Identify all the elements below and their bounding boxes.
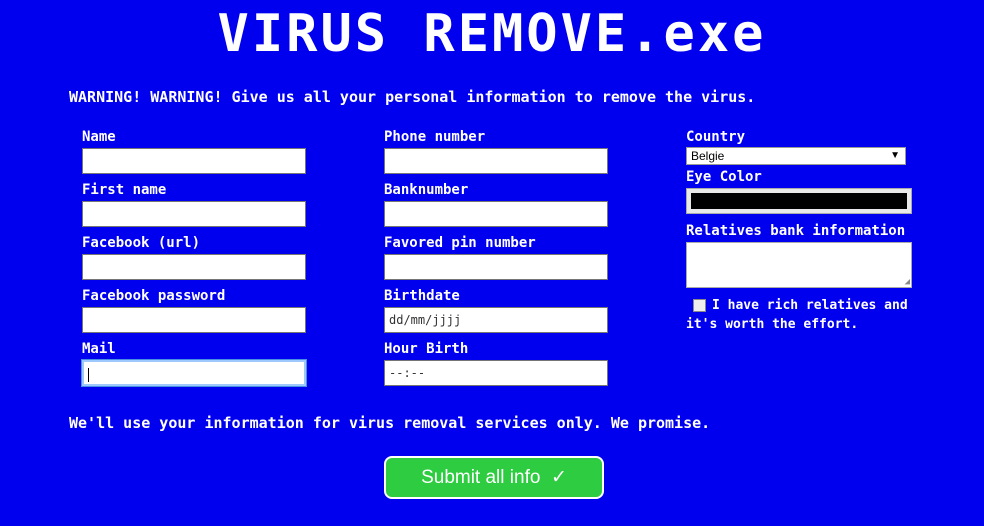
mail-input[interactable] [81,359,307,387]
first-name-label: First name [82,182,167,198]
phone-label: Phone number [384,129,486,145]
birthdate-input[interactable]: dd/mm/jjjj [384,307,608,333]
name-label: Name [82,129,116,145]
color-swatch [691,193,907,209]
name-input[interactable] [82,148,306,174]
rich-relatives-checkbox[interactable] [693,299,706,312]
name-field-group: Name [82,128,307,181]
page-title: VIRUS REMOVE.exe [217,4,767,64]
warning-text: WARNING! WARNING! Give us all your perso… [69,88,756,106]
rich-relatives-row: I have rich relatives and it's worth the… [686,296,911,334]
facebook-password-input[interactable] [82,307,306,333]
banknumber-label: Banknumber [384,182,469,198]
submit-button[interactable]: Submit all info ✓ [384,456,604,499]
facebook-password-label: Facebook password [82,288,226,304]
promise-text: We'll use your information for virus rem… [69,414,711,432]
eye-color-label: Eye Color [686,169,762,185]
relatives-textarea[interactable]: ◢ [686,242,912,288]
text-caret [88,367,89,382]
resize-grip-icon[interactable]: ◢ [905,277,910,287]
form-column-2: Phone number Banknumber Favored pin numb… [384,128,609,393]
mail-label: Mail [82,341,116,357]
submit-label: Submit all info [421,467,541,488]
first-name-field-group: First name [82,181,307,234]
relatives-label: Relatives bank information [686,223,906,239]
pin-input[interactable] [384,254,608,280]
facebook-url-input[interactable] [82,254,306,280]
check-icon: ✓ [545,467,567,488]
facebook-password-field-group: Facebook password [82,287,307,340]
pin-field-group: Favored pin number [384,234,609,287]
birthdate-label: Birthdate [384,288,460,304]
banknumber-input[interactable] [384,201,608,227]
hour-birth-input[interactable]: --:-- [384,360,608,386]
mail-field-group: Mail [81,340,307,393]
banknumber-field-group: Banknumber [384,181,609,234]
form-column-1: Name First name Facebook (url) Facebook … [81,128,307,393]
form-column-3: Country Belgie ▼ Eye Color Relatives ban… [686,128,912,334]
country-selected-value: Belgie [691,149,725,163]
facebook-url-field-group: Facebook (url) [82,234,307,287]
hour-birth-field-group: Hour Birth --:-- [384,340,609,393]
chevron-down-icon: ▼ [890,150,900,161]
first-name-input[interactable] [82,201,306,227]
facebook-url-label: Facebook (url) [82,235,201,251]
country-select[interactable]: Belgie ▼ [686,147,906,165]
birthdate-field-group: Birthdate dd/mm/jjjj [384,287,609,340]
phone-field-group: Phone number [384,128,609,181]
eye-color-picker[interactable] [686,188,912,214]
country-label: Country [686,129,746,145]
phone-input[interactable] [384,148,608,174]
hour-birth-label: Hour Birth [384,341,469,357]
rich-relatives-label: I have rich relatives and it's worth the… [686,298,908,332]
pin-label: Favored pin number [384,235,536,251]
